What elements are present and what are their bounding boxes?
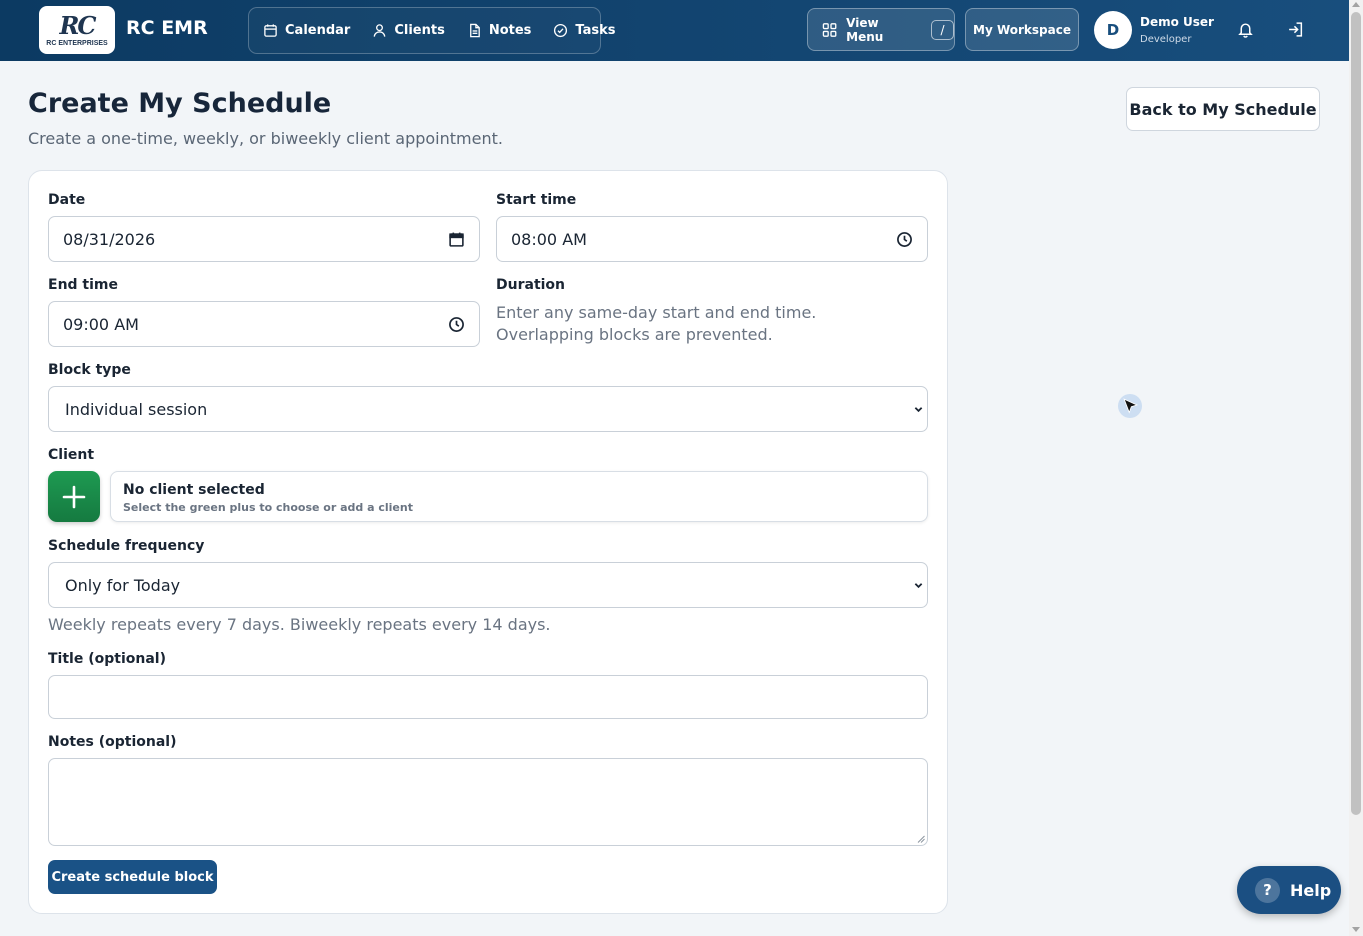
company-logo[interactable]: RC RC ENTERPRISES bbox=[39, 6, 115, 54]
end-time-input[interactable]: 09:00 AM bbox=[48, 301, 480, 347]
back-to-schedule-button[interactable]: Back to My Schedule bbox=[1126, 87, 1320, 131]
block-type-value: Individual session bbox=[65, 399, 208, 419]
user-role: Developer bbox=[1140, 34, 1192, 45]
nav-calendar-label: Calendar bbox=[285, 23, 351, 38]
title-label: Title (optional) bbox=[48, 651, 166, 667]
chevron-down-icon bbox=[914, 407, 923, 413]
main-nav: Calendar Clients Notes Tasks bbox=[248, 7, 616, 54]
keyboard-shortcut-badge: / bbox=[931, 19, 954, 40]
frequency-hint: Weekly repeats every 7 days. Biweekly re… bbox=[48, 615, 551, 634]
nav-clients-label: Clients bbox=[394, 23, 445, 38]
frequency-value: Only for Today bbox=[65, 575, 181, 595]
logout-icon[interactable] bbox=[1287, 21, 1304, 38]
clock-icon[interactable] bbox=[896, 231, 913, 248]
grid-icon bbox=[822, 22, 837, 37]
duration-label: Duration bbox=[496, 277, 566, 293]
logo-mark: RC bbox=[59, 10, 96, 40]
my-workspace-button[interactable]: My Workspace bbox=[965, 8, 1079, 51]
start-time-value: 08:00 AM bbox=[511, 229, 587, 249]
duration-hint: Enter any same-day start and end time. O… bbox=[496, 303, 817, 344]
bell-icon[interactable] bbox=[1237, 21, 1254, 38]
client-label: Client bbox=[48, 447, 95, 463]
date-input[interactable]: 08/31/2026 bbox=[48, 216, 480, 262]
app-title: RC EMR bbox=[126, 17, 208, 39]
block-type-label: Block type bbox=[48, 362, 131, 378]
nav-tasks[interactable]: Tasks bbox=[553, 23, 616, 38]
plus-icon bbox=[62, 485, 86, 508]
user-name: Demo User bbox=[1140, 15, 1214, 29]
view-menu-label: View Menu bbox=[846, 15, 884, 44]
help-button[interactable]: ? Help bbox=[1237, 866, 1341, 914]
nav-notes[interactable]: Notes bbox=[467, 23, 532, 38]
frequency-label: Schedule frequency bbox=[48, 538, 205, 554]
document-icon bbox=[469, 23, 480, 38]
mouse-cursor bbox=[1118, 394, 1142, 418]
page-title: Create My Schedule bbox=[28, 88, 332, 119]
notes-label: Notes (optional) bbox=[48, 734, 177, 750]
frequency-select[interactable]: Only for Today bbox=[48, 562, 928, 608]
block-type-select[interactable]: Individual session bbox=[48, 386, 928, 432]
end-time-value: 09:00 AM bbox=[63, 314, 139, 334]
page-scrollbar[interactable] bbox=[1349, 0, 1363, 936]
top-navigation-bar: RC RC ENTERPRISES RC EMR Calendar Client… bbox=[0, 0, 1349, 61]
nav-notes-label: Notes bbox=[488, 23, 532, 38]
date-value: 08/31/2026 bbox=[63, 229, 156, 249]
client-status-hint: Select the green plus to choose or add a… bbox=[123, 501, 413, 514]
view-menu-button[interactable]: View Menu / bbox=[807, 8, 955, 51]
nav-clients[interactable]: Clients bbox=[372, 23, 445, 38]
start-time-label: Start time bbox=[496, 192, 577, 208]
cursor-arrow-icon bbox=[1123, 398, 1139, 414]
end-time-label: End time bbox=[48, 277, 118, 293]
user-icon bbox=[374, 24, 386, 37]
calendar-icon[interactable] bbox=[448, 231, 465, 248]
avatar[interactable]: D bbox=[1094, 11, 1132, 49]
scroll-down-arrow[interactable] bbox=[1352, 927, 1360, 932]
nav-tasks-label: Tasks bbox=[575, 23, 616, 38]
page-subtitle: Create a one-time, weekly, or biweekly c… bbox=[28, 129, 503, 148]
selected-client-display[interactable]: No client selected Select the green plus… bbox=[110, 471, 928, 522]
notes-textarea[interactable] bbox=[48, 758, 928, 846]
resize-handle-icon[interactable] bbox=[917, 835, 925, 843]
chevron-down-icon bbox=[914, 583, 923, 589]
scrollbar-thumb[interactable] bbox=[1351, 12, 1361, 815]
date-label: Date bbox=[48, 192, 86, 208]
add-client-button[interactable] bbox=[48, 471, 100, 522]
client-status-title: No client selected bbox=[123, 482, 265, 498]
help-label: Help bbox=[1290, 880, 1332, 900]
check-circle-icon bbox=[554, 23, 568, 38]
nav-calendar[interactable]: Calendar bbox=[263, 23, 350, 38]
calendar-icon bbox=[264, 24, 277, 37]
start-time-input[interactable]: 08:00 AM bbox=[496, 216, 928, 262]
scroll-up-arrow[interactable] bbox=[1352, 2, 1360, 7]
logo-subtext: RC ENTERPRISES bbox=[46, 39, 108, 47]
question-icon: ? bbox=[1255, 877, 1280, 903]
create-schedule-block-button[interactable]: Create schedule block bbox=[48, 860, 217, 894]
title-input[interactable] bbox=[48, 675, 928, 719]
clock-icon[interactable] bbox=[448, 316, 465, 333]
